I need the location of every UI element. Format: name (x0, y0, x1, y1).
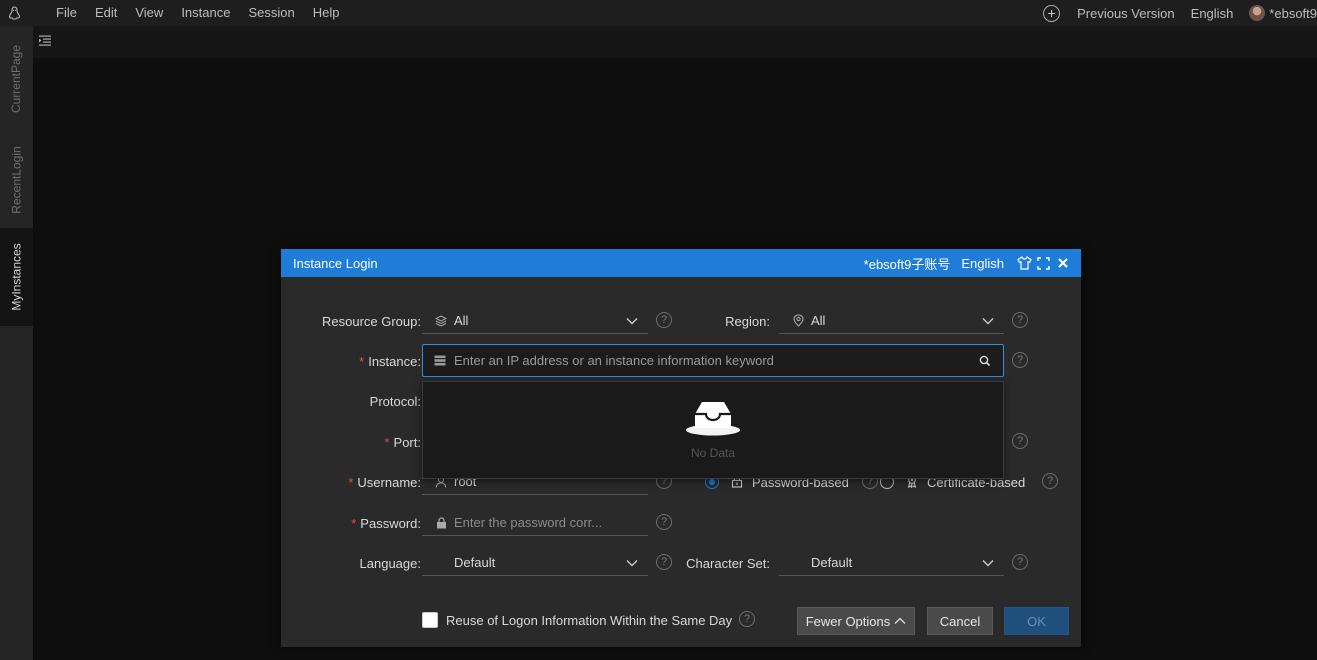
tab-current-page[interactable]: CurrentPage (0, 26, 33, 131)
instance-label: * Instance: (359, 354, 421, 369)
menu-file[interactable]: File (47, 0, 86, 26)
fewer-options-button[interactable]: Fewer Options (797, 607, 915, 635)
location-pin-icon (791, 314, 805, 327)
dialog-language[interactable]: English (961, 256, 1004, 271)
avatar[interactable] (1249, 5, 1266, 21)
resource-group-select[interactable]: All (422, 308, 648, 334)
chevron-down-icon (982, 317, 994, 324)
language-switch[interactable]: English (1191, 6, 1234, 21)
layers-icon (434, 314, 448, 327)
dialog-header: Instance Login *ebsoft9子账号 English (281, 249, 1081, 277)
menu-edit[interactable]: Edit (86, 0, 126, 26)
instance-login-dialog: Instance Login *ebsoft9子账号 English Resou… (281, 249, 1081, 647)
language-label: Language: (359, 556, 421, 571)
tab-recent-login[interactable]: RecentLogin (0, 131, 33, 228)
search-icon[interactable] (978, 354, 992, 368)
language-select[interactable]: Default (422, 550, 648, 576)
resource-group-label: Resource Group: (321, 314, 421, 329)
menu-bar: File Edit View Instance Session Help + P… (0, 0, 1317, 26)
menu-instance[interactable]: Instance (172, 0, 239, 26)
instance-dropdown: No Data (422, 381, 1004, 479)
menu-session[interactable]: Session (239, 0, 303, 26)
chevron-up-icon (894, 617, 906, 624)
help-icon[interactable]: ? (1012, 352, 1028, 368)
chevron-down-icon (982, 559, 994, 566)
cancel-button[interactable]: Cancel (927, 607, 993, 635)
region-select[interactable]: All (779, 308, 1004, 334)
tab-my-instances-label: MyInstances (9, 243, 24, 311)
reuse-logon-checkbox[interactable] (422, 612, 438, 628)
reuse-logon-label[interactable]: Reuse of Logon Information Within the Sa… (446, 613, 732, 628)
tab-recent-login-label: RecentLogin (9, 145, 24, 214)
protocol-label: Protocol: (369, 394, 421, 409)
empty-inbox-icon (686, 402, 740, 436)
help-icon[interactable]: ? (656, 514, 672, 530)
server-icon (434, 355, 448, 366)
main-toolbar (33, 26, 1317, 58)
ok-button[interactable]: OK (1004, 607, 1069, 635)
language-value: Default (454, 555, 496, 570)
tab-current-page-label: CurrentPage (9, 44, 24, 113)
app-logo-icon (0, 0, 28, 26)
add-icon[interactable]: + (1043, 4, 1061, 22)
previous-version-link[interactable]: Previous Version (1077, 6, 1175, 21)
help-icon[interactable]: ? (1012, 554, 1028, 570)
instance-search-input[interactable] (454, 353, 978, 368)
help-icon[interactable]: ? (1042, 473, 1058, 489)
help-icon[interactable]: ? (739, 611, 755, 627)
port-label: * Port: (384, 435, 421, 450)
help-icon[interactable]: ? (1012, 433, 1028, 449)
help-icon[interactable]: ? (1012, 312, 1028, 328)
instance-search-box (422, 344, 1004, 377)
menu-view[interactable]: View (126, 0, 172, 26)
dialog-user: *ebsoft9子账号 (863, 256, 951, 272)
list-outline-icon[interactable] (38, 34, 52, 48)
no-data-text: No Data (690, 446, 736, 460)
username-label: * Username: (348, 475, 421, 490)
region-value: All (811, 313, 826, 328)
user-name[interactable]: *ebsoft9 (1269, 6, 1317, 21)
character-set-value: Default (811, 555, 853, 570)
password-field[interactable]: Enter the password corr... (422, 510, 648, 536)
password-label: * Password: (351, 516, 421, 531)
theme-shirt-icon[interactable] (1016, 255, 1033, 271)
dialog-title: Instance Login (293, 255, 378, 271)
region-label: Region: (725, 314, 770, 329)
menu-help[interactable]: Help (304, 0, 349, 26)
lock-icon (434, 516, 448, 529)
resource-group-value: All (454, 313, 469, 328)
vertical-sidebar: CurrentPage RecentLogin MyInstances (0, 26, 33, 660)
fullscreen-icon[interactable] (1035, 255, 1052, 271)
tab-my-instances[interactable]: MyInstances (0, 228, 33, 326)
character-set-label: Character Set: (686, 556, 770, 571)
password-placeholder: Enter the password corr... (454, 515, 603, 530)
close-icon[interactable] (1054, 255, 1071, 271)
character-set-select[interactable]: Default (779, 550, 1004, 576)
